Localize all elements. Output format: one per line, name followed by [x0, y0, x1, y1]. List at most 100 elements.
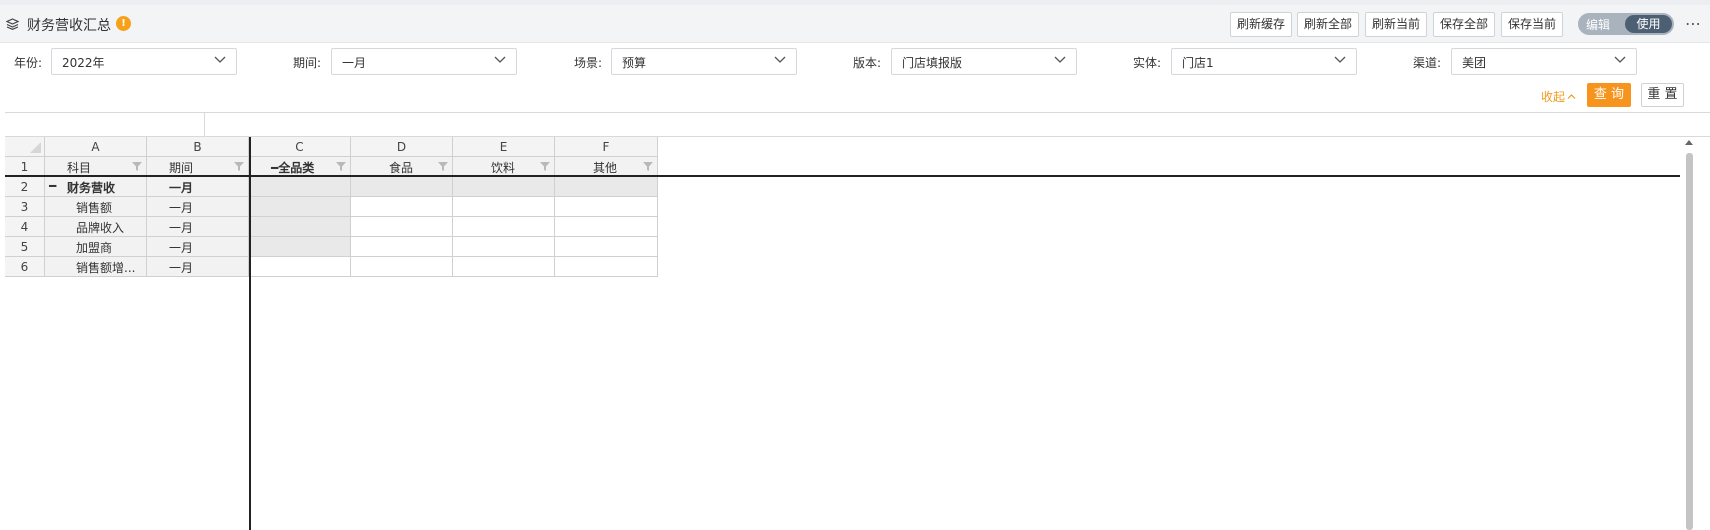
layers-icon	[6, 18, 19, 30]
column-header-a[interactable]: A	[45, 137, 147, 157]
data-cell[interactable]	[555, 217, 658, 237]
data-cell[interactable]	[453, 237, 555, 257]
table-row-period-cell[interactable]: 一月	[147, 177, 249, 197]
save-current-button[interactable]: 保存当前	[1501, 12, 1563, 37]
collapse-filters-link[interactable]: 收起	[1541, 88, 1576, 105]
entity-select-value: 门店1	[1182, 56, 1214, 70]
refresh-cache-button[interactable]: 刷新缓存	[1230, 12, 1292, 37]
data-cell[interactable]	[555, 257, 658, 277]
channel-select[interactable]: 美团	[1451, 48, 1637, 75]
info-icon[interactable]: !	[116, 16, 131, 31]
header-cell-food[interactable]: 食品	[351, 157, 453, 177]
data-cell[interactable]	[351, 217, 453, 237]
use-mode-option[interactable]: 使用	[1625, 15, 1672, 33]
row-header-3[interactable]: 3	[5, 197, 45, 217]
column-header-f[interactable]: F	[555, 137, 658, 157]
header-cell-beverage[interactable]: 饮料	[453, 157, 555, 177]
row-header-1[interactable]: 1	[5, 157, 45, 177]
year-select[interactable]: 2022年	[51, 48, 237, 75]
header-food-label: 食品	[389, 161, 414, 175]
data-cell[interactable]	[249, 257, 351, 277]
entity-select[interactable]: 门店1	[1171, 48, 1357, 75]
filter-icon[interactable]	[234, 162, 244, 171]
spreadsheet-grid[interactable]: A B C D E F 1 2 3 4 5 6 科目 期间 ━全品类 食品 饮料…	[5, 137, 1685, 530]
data-cell[interactable]	[453, 177, 555, 197]
header-cell-account[interactable]: 科目	[45, 157, 147, 177]
header-cell-all-categories[interactable]: ━全品类	[249, 157, 351, 177]
data-cell[interactable]	[555, 197, 658, 217]
table-row-account-cell[interactable]: ━ 财务营收	[45, 177, 147, 197]
filter-icon[interactable]	[438, 162, 448, 171]
data-cell[interactable]	[351, 197, 453, 217]
row-header-5[interactable]: 5	[5, 237, 45, 257]
column-header-d[interactable]: D	[351, 137, 453, 157]
period-label: 一月	[169, 201, 194, 215]
data-cell[interactable]	[453, 217, 555, 237]
filter-label-year: 年份:	[14, 56, 43, 70]
query-button[interactable]: 查 询	[1587, 83, 1631, 107]
period-select[interactable]: 一月	[331, 48, 517, 75]
more-icon[interactable]: ⋯	[1685, 14, 1702, 33]
table-row-period-cell[interactable]: 一月	[147, 197, 249, 217]
refresh-all-button[interactable]: 刷新全部	[1297, 12, 1359, 37]
data-cell[interactable]	[249, 237, 351, 257]
channel-select-value: 美团	[1462, 56, 1487, 70]
table-row-period-cell[interactable]: 一月	[147, 257, 249, 277]
filter-icon[interactable]	[540, 162, 550, 171]
column-header-b[interactable]: B	[147, 137, 249, 157]
table-row-account-cell[interactable]: 加盟商	[45, 237, 147, 257]
header-cell-period[interactable]: 期间	[147, 157, 249, 177]
mode-toggle[interactable]: 编辑 使用	[1578, 13, 1674, 35]
scrollbar-thumb[interactable]	[1686, 153, 1693, 530]
data-cell[interactable]	[555, 237, 658, 257]
refresh-current-button[interactable]: 刷新当前	[1365, 12, 1427, 37]
header-beverage-label: 饮料	[491, 161, 516, 175]
scenario-select[interactable]: 预算	[611, 48, 797, 75]
data-cell[interactable]	[351, 237, 453, 257]
data-cell[interactable]	[249, 177, 351, 197]
data-cell[interactable]	[453, 257, 555, 277]
freeze-pane-vertical	[249, 137, 251, 530]
header-other-label: 其他	[593, 161, 618, 175]
page-title: 财务营收汇总	[27, 18, 111, 34]
collapse-row-icon[interactable]: ━	[49, 179, 56, 193]
row-header-6[interactable]: 6	[5, 257, 45, 277]
data-cell[interactable]	[555, 177, 658, 197]
data-cell[interactable]	[453, 197, 555, 217]
data-cell[interactable]	[249, 217, 351, 237]
reset-button[interactable]: 重 置	[1641, 83, 1684, 107]
filter-icon[interactable]	[336, 162, 346, 171]
period-label: 一月	[169, 261, 194, 275]
filter-icon[interactable]	[643, 162, 653, 171]
header-cell-other[interactable]: 其他	[555, 157, 658, 177]
data-cell[interactable]	[351, 177, 453, 197]
select-all-corner[interactable]	[5, 137, 45, 157]
table-row-account-cell[interactable]: 销售额增...	[45, 257, 147, 277]
table-row-period-cell[interactable]: 一月	[147, 237, 249, 257]
chevron-down-icon	[494, 56, 506, 63]
scroll-up-icon[interactable]	[1685, 140, 1693, 145]
filter-icon[interactable]	[132, 162, 142, 171]
chevron-down-icon	[214, 56, 226, 63]
row-header-4[interactable]: 4	[5, 217, 45, 237]
data-cell[interactable]	[249, 197, 351, 217]
version-select[interactable]: 门店填报版	[891, 48, 1077, 75]
table-row-account-cell[interactable]: 销售额	[45, 197, 147, 217]
save-all-button[interactable]: 保存全部	[1433, 12, 1495, 37]
column-header-c[interactable]: C	[249, 137, 351, 157]
table-row-account-cell[interactable]: 品牌收入	[45, 217, 147, 237]
cell-name-box[interactable]	[5, 113, 205, 136]
freeze-pane-horizontal	[5, 175, 1680, 177]
edit-mode-option[interactable]: 编辑	[1586, 16, 1610, 33]
account-label: 财务营收	[67, 181, 116, 195]
table-row-period-cell[interactable]: 一月	[147, 217, 249, 237]
account-label: 销售额	[76, 201, 113, 215]
vertical-scrollbar[interactable]	[1683, 138, 1695, 530]
column-header-e[interactable]: E	[453, 137, 555, 157]
data-cell[interactable]	[351, 257, 453, 277]
formula-input[interactable]	[207, 113, 1710, 136]
account-label: 销售额增...	[76, 261, 136, 275]
row-header-2[interactable]: 2	[5, 177, 45, 197]
filter-label-entity: 实体:	[1133, 56, 1162, 70]
filter-label-channel: 渠道:	[1413, 56, 1442, 70]
